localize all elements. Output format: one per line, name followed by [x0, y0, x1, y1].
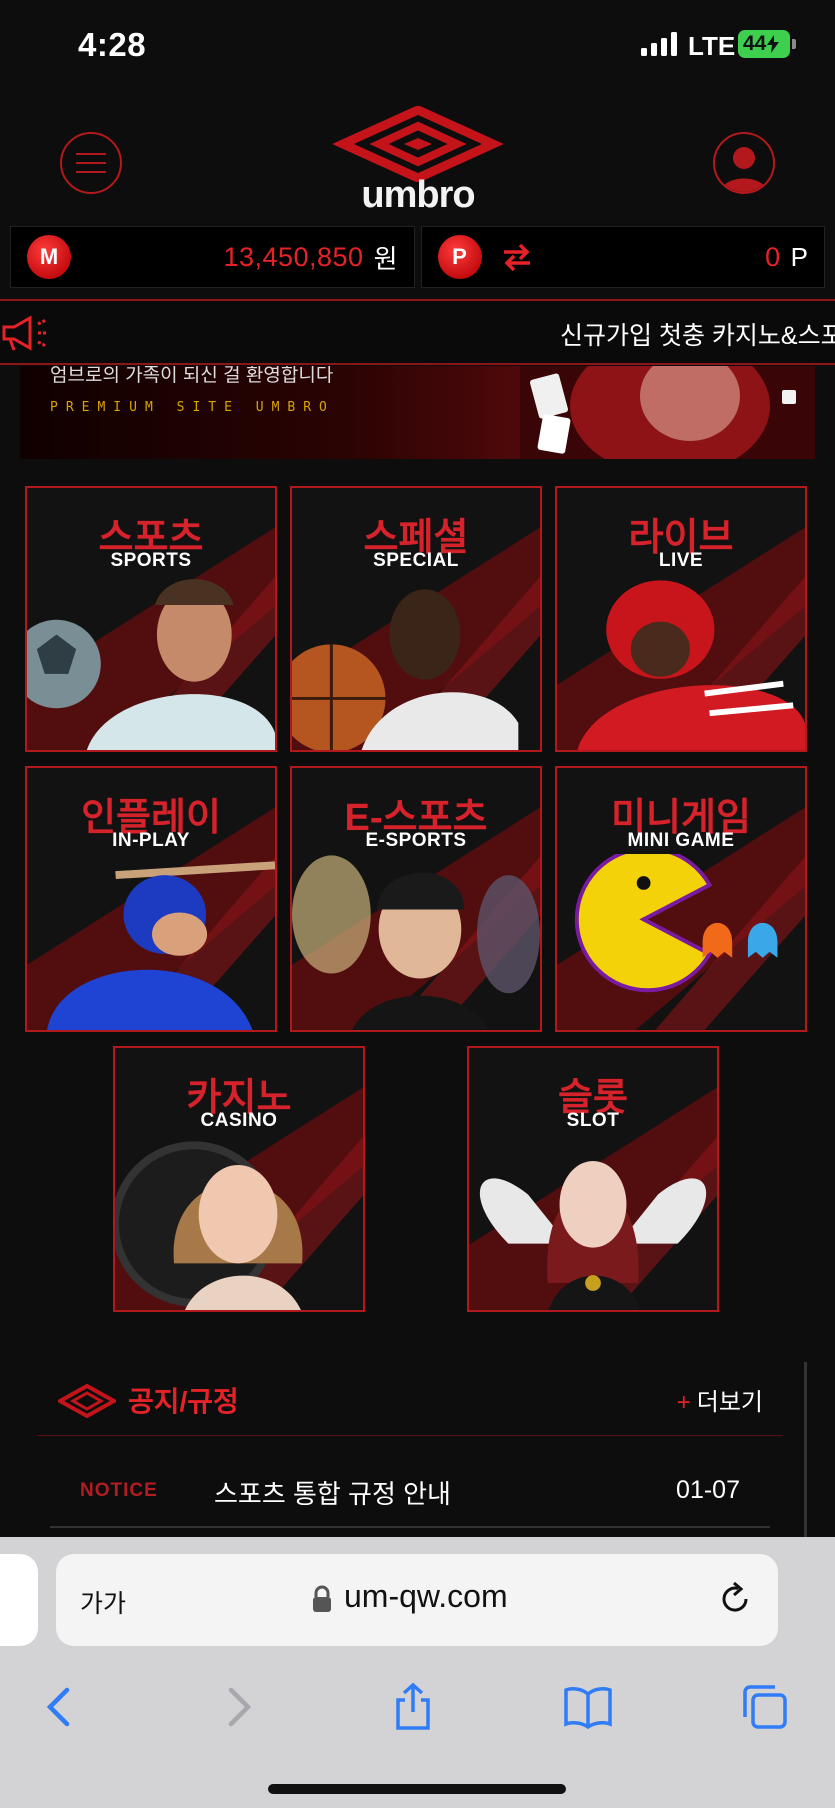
game-title-en: MINI GAME — [627, 830, 735, 851]
game-title-en: SPORTS — [110, 550, 192, 571]
basketball-player-art — [292, 589, 519, 750]
status-bar: 4:28 LTE 44 — [0, 0, 835, 90]
promo-banner[interactable]: 엄브로의 가족이 되신 걸 환영합니다 PREMIUM SITE UMBRO — [20, 366, 815, 459]
browser-chrome: 가가 um-qw.com — [0, 1537, 835, 1808]
notice-more-link[interactable]: + 더보기 — [677, 1382, 763, 1417]
notice-title: 공지/규정 — [128, 1386, 239, 1417]
money-coin-icon: M — [27, 235, 71, 279]
tabs-icon[interactable] — [740, 1682, 790, 1732]
text-size-button[interactable]: 가가 — [80, 1584, 126, 1620]
game-title-en: IN-PLAY — [112, 830, 190, 851]
network-type: LTE — [688, 31, 736, 61]
balance-bar: M 13,450,850 원 P 0 P — [10, 226, 825, 288]
esports-player-art — [292, 855, 540, 1030]
browser-toolbar — [0, 1662, 835, 1752]
football-player-art — [577, 580, 805, 750]
point-balance[interactable]: P 0 P — [420, 226, 825, 288]
user-profile-icon[interactable] — [713, 132, 775, 194]
plus-icon: + — [676, 1389, 691, 1416]
url-text: um-qw.com — [344, 1578, 508, 1614]
soccer-player-art — [27, 579, 275, 750]
marquee-text: 신규가입 첫충 카지노&스포츠 — [560, 322, 835, 350]
notice-date: 01-07 — [676, 1476, 740, 1504]
notice-row[interactable]: NOTICE 스포츠 통합 규정 안내 01-07 — [50, 1462, 770, 1528]
game-tile-live[interactable]: 라이브 LIVE — [555, 486, 807, 752]
page: 4:28 LTE 44 umbro M 13,450,850 원 P 0 P 신… — [0, 0, 835, 1808]
game-tile-casino[interactable]: 카지노 CASINO — [113, 1046, 365, 1312]
cellular-signal-icon — [641, 32, 677, 56]
game-tile-e-sports[interactable]: E-스포츠 E-SPORTS — [290, 766, 542, 1032]
game-title-en: LIVE — [658, 550, 704, 571]
point-coin-icon: P — [437, 235, 482, 279]
game-title-en: CASINO — [200, 1110, 278, 1131]
battery-nub — [792, 39, 796, 49]
baseball-player-art — [47, 861, 275, 1030]
pacman-art — [574, 854, 778, 993]
megaphone-icon — [2, 315, 48, 351]
game-tile-in-play[interactable]: 인플레이 IN-PLAY — [25, 766, 277, 1032]
point-amount: 0 — [765, 241, 781, 272]
game-title-en: E-SPORTS — [365, 830, 467, 851]
site-header: umbro — [0, 90, 835, 225]
previous-tab-preview[interactable] — [0, 1554, 38, 1646]
umbro-diamond-icon — [332, 105, 504, 183]
game-tile-mini-game[interactable]: 미니게임 MINI GAME — [555, 766, 807, 1032]
battery-icon: 44 — [738, 30, 796, 58]
game-tile-special[interactable]: 스페셜 SPECIAL — [290, 486, 542, 752]
point-convert-icon[interactable] — [500, 242, 534, 272]
point-unit: P — [790, 241, 808, 272]
notice-header: 공지/규정 + 더보기 — [38, 1370, 783, 1436]
reload-icon[interactable] — [716, 1580, 754, 1618]
game-tile-sports[interactable]: 스포츠 SPORTS — [25, 486, 277, 752]
banner-tagline: PREMIUM SITE UMBRO — [50, 400, 335, 415]
brand-name: umbro — [361, 174, 475, 216]
game-title-en: SPECIAL — [373, 550, 459, 571]
banner-welcome-text: 엄브로의 가족이 되신 걸 환영합니다 — [50, 366, 334, 386]
banner-art — [520, 366, 815, 459]
charging-bolt-icon — [767, 35, 780, 53]
share-icon[interactable] — [388, 1682, 438, 1732]
battery-level: 44 — [743, 32, 767, 55]
bookmarks-icon[interactable] — [563, 1682, 613, 1732]
notice-subject: 스포츠 통합 규정 안내 — [214, 1479, 451, 1509]
status-time: 4:28 — [78, 26, 147, 63]
more-label: 더보기 — [696, 1389, 763, 1416]
game-title-en: SLOT — [566, 1110, 620, 1131]
money-balance[interactable]: M 13,450,850 원 — [10, 226, 415, 288]
back-icon[interactable] — [35, 1682, 85, 1732]
home-indicator[interactable] — [268, 1784, 566, 1794]
umbro-diamond-icon — [58, 1384, 116, 1418]
scrollbar[interactable] — [804, 1362, 807, 1537]
hamburger-menu-icon[interactable] — [60, 132, 122, 194]
notice-tag: NOTICE — [80, 1480, 158, 1501]
lock-icon — [313, 1585, 331, 1612]
money-amount: 13,450,850 — [223, 241, 364, 272]
forward-icon[interactable] — [213, 1682, 263, 1732]
announcement-marquee: 신규가입 첫충 카지노&스포츠 — [0, 299, 835, 365]
game-tile-slot[interactable]: 슬롯 SLOT — [467, 1046, 719, 1312]
slot-angel-art — [479, 1161, 707, 1310]
address-bar[interactable]: 가가 um-qw.com — [56, 1554, 778, 1646]
person-icon — [721, 147, 767, 192]
casino-dealer-art — [115, 1141, 303, 1310]
umbro-logo[interactable]: umbro — [332, 105, 504, 216]
money-unit: 원 — [373, 243, 398, 274]
